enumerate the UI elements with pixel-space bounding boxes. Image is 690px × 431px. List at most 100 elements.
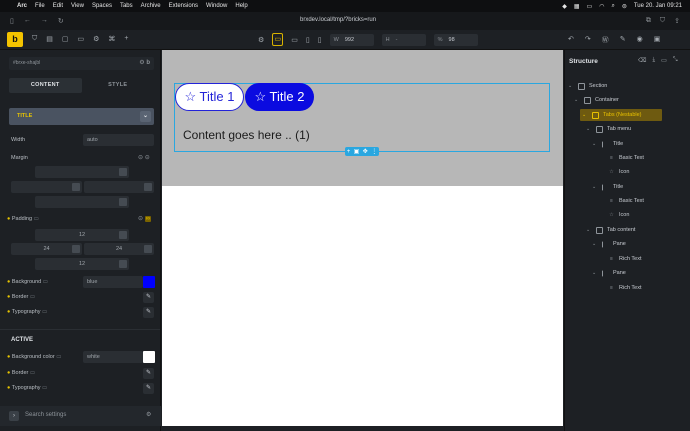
breakpoint-settings-icon[interactable]: ⚙ [258,36,264,44]
url-text[interactable]: brxdev.local/tmp/?bricks=run [300,17,376,23]
bricks-logo[interactable]: b [7,32,23,47]
grid-icon[interactable]: ▦ [574,3,580,10]
add-icon[interactable]: + [347,149,351,155]
settings-icon[interactable]: ⚙ [93,35,99,43]
margin-left-field[interactable] [11,181,82,193]
structure-node[interactable]: ≡ Rich Text [598,253,642,265]
padding-bottom-field[interactable]: 12 [35,258,129,270]
tab-content[interactable]: CONTENT [9,78,82,93]
search-icon[interactable]: ⌕ [611,3,614,10]
unlink-icon[interactable]: ⊝ [145,155,150,161]
menu-edit[interactable]: Edit [53,3,63,9]
mobile-icon[interactable]: ▯ [318,36,322,44]
menu-spaces[interactable]: Spaces [92,3,112,9]
chevron-down-icon[interactable]: ⌄ [592,184,598,190]
forward-icon[interactable]: → [41,17,48,25]
chevron-down-icon[interactable]: ⌄ [140,111,151,122]
border-edit-icon[interactable]: ✎ [143,292,154,303]
active-border-edit-icon[interactable]: ✎ [143,368,154,379]
trash-icon[interactable]: ⌫ [638,57,646,64]
template-icon[interactable]: ▢ [62,35,69,43]
menu-file[interactable]: File [35,3,45,9]
menu-extensions[interactable]: Extensions [169,3,198,9]
redo-icon[interactable]: ↷ [585,35,591,45]
chevron-down-icon[interactable]: ⌄ [574,97,580,103]
padding-right-field[interactable]: 24 [84,243,154,255]
structure-icon[interactable]: ▤ [46,35,53,43]
margin-bottom-field[interactable] [35,196,129,208]
height-input[interactable]: H - [381,33,426,46]
active-bg-field[interactable]: white [83,351,143,363]
chevron-right-icon[interactable]: › [9,411,19,421]
section-title-title[interactable]: TITLE ⌄ [9,108,154,125]
active-bg-color-swatch[interactable] [143,351,155,363]
unit-icon[interactable] [119,260,127,268]
tab-style[interactable]: STYLE [82,78,155,93]
battery-icon[interactable]: ▭ [587,3,593,10]
zoom-input[interactable]: % 98 [433,33,478,46]
link-icon[interactable]: ⊝ [138,155,143,161]
unit-icon[interactable] [119,198,127,206]
structure-node[interactable]: ⌄ Title [592,138,623,150]
background-color-swatch[interactable] [143,276,155,288]
style-indicator-icon[interactable]: ⚙ [139,60,144,66]
chevron-down-icon[interactable]: ⌄ [592,270,598,276]
padding-top-field[interactable]: 12 [35,229,129,241]
save-icon[interactable]: ▣ [654,35,661,45]
undo-icon[interactable]: ↶ [568,35,574,45]
unit-icon[interactable] [144,183,152,191]
class-button[interactable]: b [146,60,150,66]
more-icon[interactable]: ⋮ [371,148,377,155]
structure-node[interactable]: ⌄ Container [574,94,619,106]
desktop-breakpoint-icon[interactable]: ▭ [272,33,284,46]
structure-node[interactable]: ≡ Basic Text [598,152,644,164]
menu-window[interactable]: Window [206,3,227,9]
chevron-down-icon[interactable]: ⌄ [586,227,592,233]
tablet-portrait-icon[interactable]: ▯ [306,36,310,44]
unit-icon[interactable] [119,231,127,239]
background-field[interactable]: blue [83,276,143,288]
chevron-down-icon[interactable]: ⌄ [582,112,588,118]
structure-node-selected[interactable]: ⌄ Tabs (Nestable) [580,109,662,121]
duplicate-icon[interactable]: ▣ [354,148,360,155]
edit-page-icon[interactable]: ✎ [620,35,626,45]
structure-node[interactable]: ☆ Icon [598,166,629,178]
tablet-landscape-icon[interactable]: ▭ [291,36,298,44]
copy-icon[interactable]: ⧉ [646,17,651,25]
command-icon[interactable]: ⌘ [108,35,115,43]
unit-icon[interactable] [144,245,152,253]
padding-left-field[interactable]: 24 [11,243,82,255]
structure-node[interactable]: ⌄ Tab menu [586,123,631,135]
link-active-icon[interactable]: ∞ [144,216,151,222]
structure-node[interactable]: ≡ Basic Text [598,195,644,207]
css-selector-field[interactable]: #brxe-shajbl ⚙ b [9,57,154,70]
structure-node[interactable]: ⌄ Pane [592,267,626,279]
back-icon[interactable]: ← [24,17,31,25]
typography-edit-icon[interactable]: ✎ [143,307,154,318]
margin-right-field[interactable] [84,181,154,193]
tab-title-2[interactable]: ☆ Title 2 [245,83,314,111]
structure-node[interactable]: ☆ Icon [598,209,629,221]
add-icon[interactable]: + [124,35,128,43]
dropbox-icon[interactable]: ◆ [562,3,567,10]
width-field[interactable]: auto [83,134,154,146]
download-icon[interactable]: ⤓ [652,57,655,64]
width-input[interactable]: W 992 [329,33,374,46]
margin-top-field[interactable] [35,166,129,178]
menu-tabs[interactable]: Tabs [120,3,133,9]
move-icon[interactable]: ✥ [363,148,368,155]
structure-node[interactable]: ⌄ Tab content [586,224,635,236]
tab-title-1[interactable]: ☆ Title 1 [175,83,244,111]
structure-node[interactable]: ⌄ Title [592,181,623,193]
preview-icon[interactable]: ◉ [637,35,643,45]
link-icon[interactable]: ⊝ [138,216,143,222]
chevron-down-icon[interactable]: ⌄ [592,141,598,147]
unit-icon[interactable] [72,245,80,253]
unit-icon[interactable] [119,168,127,176]
reload-icon[interactable]: ↻ [58,17,64,25]
unit-icon[interactable] [72,183,80,191]
share-icon[interactable]: ⇪ [674,17,680,25]
search-settings-input[interactable]: Search settings [25,412,66,418]
wordpress-icon[interactable]: Ⓦ [602,35,609,45]
wifi-icon[interactable]: ◠ [599,3,604,10]
